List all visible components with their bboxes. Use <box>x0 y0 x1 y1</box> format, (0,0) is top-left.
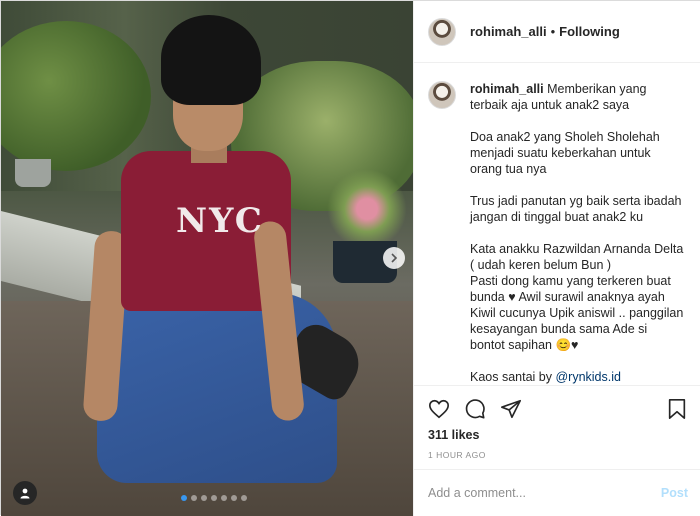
post-dialog: NYC rohimah_alli • Following rohimah_all… <box>0 0 700 516</box>
caption-first-line: rohimah_alli Memberikan yang <box>470 81 686 97</box>
post-side-panel: rohimah_alli • Following rohimah_alli Me… <box>413 1 700 516</box>
caption-mention-link[interactable]: @rynkids.id <box>555 370 621 384</box>
caption-line-1: terbaik aja untuk anak2 saya <box>470 98 630 112</box>
user-tag-icon <box>20 488 30 499</box>
caption-line-17 <box>470 353 686 369</box>
caption-text: rohimah_alli Memberikan yang terbaik aja… <box>470 81 686 385</box>
heart-icon <box>429 399 449 419</box>
save-button[interactable] <box>666 398 688 420</box>
carousel-dot <box>201 495 207 501</box>
user-tag-button[interactable] <box>13 481 37 505</box>
chevron-right-icon <box>391 253 398 263</box>
action-icons <box>428 398 522 420</box>
photo-pot-small <box>15 159 51 187</box>
carousel-dot <box>241 495 247 501</box>
caption-lines: terbaik aja untuk anak2 saya Doa anak2 ya… <box>470 97 686 369</box>
share-button[interactable] <box>500 398 522 420</box>
share-icon <box>501 399 521 419</box>
caption-line-9 <box>470 225 686 241</box>
header-separator: • <box>550 24 556 39</box>
carousel-dot <box>181 495 187 501</box>
caption-area: rohimah_alli Memberikan yang terbaik aja… <box>414 63 700 385</box>
caption-line-11: ( udah keren belum Bun ) <box>470 258 612 272</box>
add-comment-bar: Post <box>414 469 700 516</box>
bookmark-icon <box>668 399 686 419</box>
caption-last-line: Kaos santai by @rynkids.id <box>470 369 686 385</box>
carousel-dot <box>211 495 217 501</box>
caption-line-14: Kiwil cucunya Upik aniswil .. panggilan <box>470 306 684 320</box>
carousel-dot <box>191 495 197 501</box>
caption-line-16: bontot sapihan 😊♥ <box>470 338 579 352</box>
caption-line-6 <box>470 177 686 193</box>
following-button[interactable]: Following <box>559 24 620 39</box>
photo-flowers <box>327 169 407 249</box>
post-photo[interactable]: NYC <box>1 1 413 516</box>
caption-line-15: kesayangan bunda sama Ade si <box>470 322 648 336</box>
caption-avatar[interactable] <box>428 81 456 109</box>
caption-line-0: Memberikan yang <box>547 82 647 96</box>
caption-line-10: Kata anakku Razwildan Arnanda Delta <box>470 242 684 256</box>
caption-line-12: Pasti dong kamu yang terkeren buat <box>470 274 671 288</box>
avatar[interactable] <box>428 17 456 46</box>
photo-hair <box>161 15 261 105</box>
carousel-dot <box>231 495 237 501</box>
caption-line-4: menjadi suatu keberkahan untuk <box>470 146 651 160</box>
comment-button[interactable] <box>464 398 486 420</box>
comment-icon <box>465 399 485 419</box>
header-username[interactable]: rohimah_alli <box>470 24 547 39</box>
post-timestamp[interactable]: 1 HOUR AGO <box>428 450 486 460</box>
caption-line-13: bunda ♥ Awil surawil anaknya ayah <box>470 290 665 304</box>
caption-username[interactable]: rohimah_alli <box>470 82 544 96</box>
caption-line-3: Doa anak2 yang Sholeh Sholehah <box>470 130 660 144</box>
caption-credit: Kaos santai by <box>470 370 556 384</box>
post-header: rohimah_alli • Following <box>414 1 700 63</box>
like-button[interactable] <box>428 398 450 420</box>
carousel-dots <box>181 495 247 501</box>
carousel-dot <box>221 495 227 501</box>
likes-count[interactable]: 311 likes <box>428 428 479 442</box>
post-comment-button[interactable]: Post <box>661 486 688 500</box>
comment-input[interactable] <box>428 486 638 500</box>
caption-line-5: orang tua nya <box>470 162 547 176</box>
caption-line-7: Trus jadi panutan yg baik serta ibadah <box>470 194 682 208</box>
shirt-logo-text: NYC <box>176 201 264 241</box>
caption-line-2 <box>470 113 686 129</box>
caption-line-8: jangan di tinggal buat anak2 ku <box>470 210 644 224</box>
carousel-next-button[interactable] <box>383 247 405 269</box>
